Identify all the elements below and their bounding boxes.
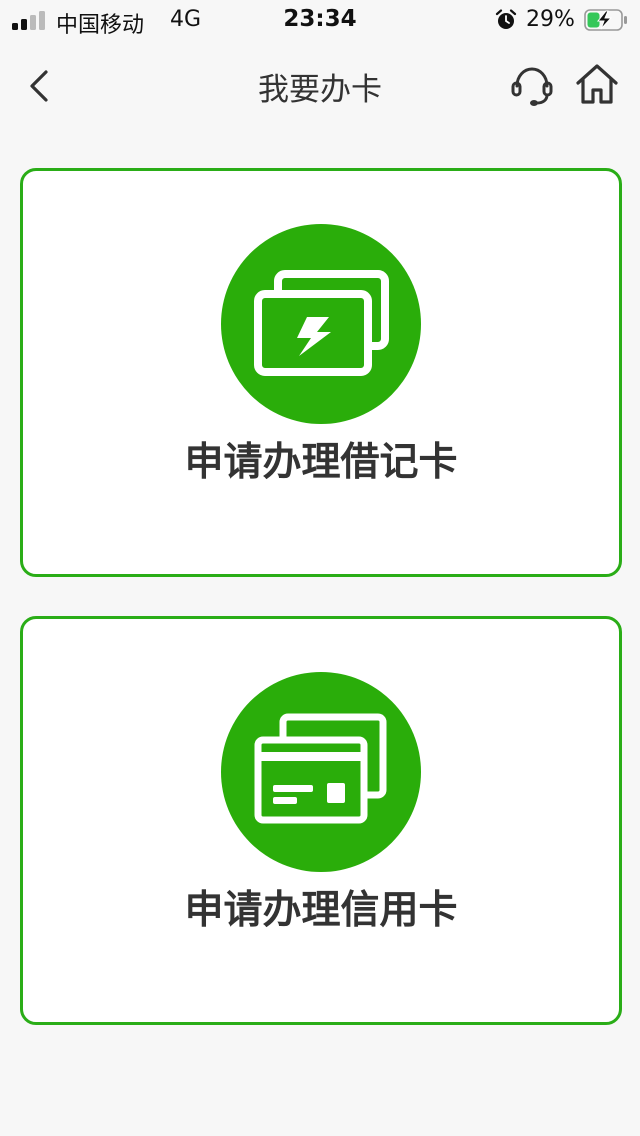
battery-charging-icon [584,9,627,31]
customer-service-button[interactable] [508,62,556,110]
debit-card-icon-circle [221,224,421,424]
apply-credit-card-button[interactable]: 申请办理信用卡 [20,616,622,1025]
credit-card-icon [254,713,387,824]
home-icon [576,64,618,104]
battery-percent: 29% [526,7,575,32]
status-bar: 中国移动 4G 23:34 29% [0,0,640,40]
alarm-clock-icon [495,9,517,29]
home-button[interactable] [572,60,622,110]
headset-icon [511,67,553,106]
debit-card-lightning-icon [254,270,389,376]
navigation-bar: 我要办卡 [0,44,640,128]
apply-credit-card-label: 申请办理信用卡 [184,888,458,933]
apply-debit-card-button[interactable]: 申请办理借记卡 [20,168,622,577]
apply-debit-card-label: 申请办理借记卡 [184,440,458,485]
credit-card-icon-circle [221,672,421,872]
